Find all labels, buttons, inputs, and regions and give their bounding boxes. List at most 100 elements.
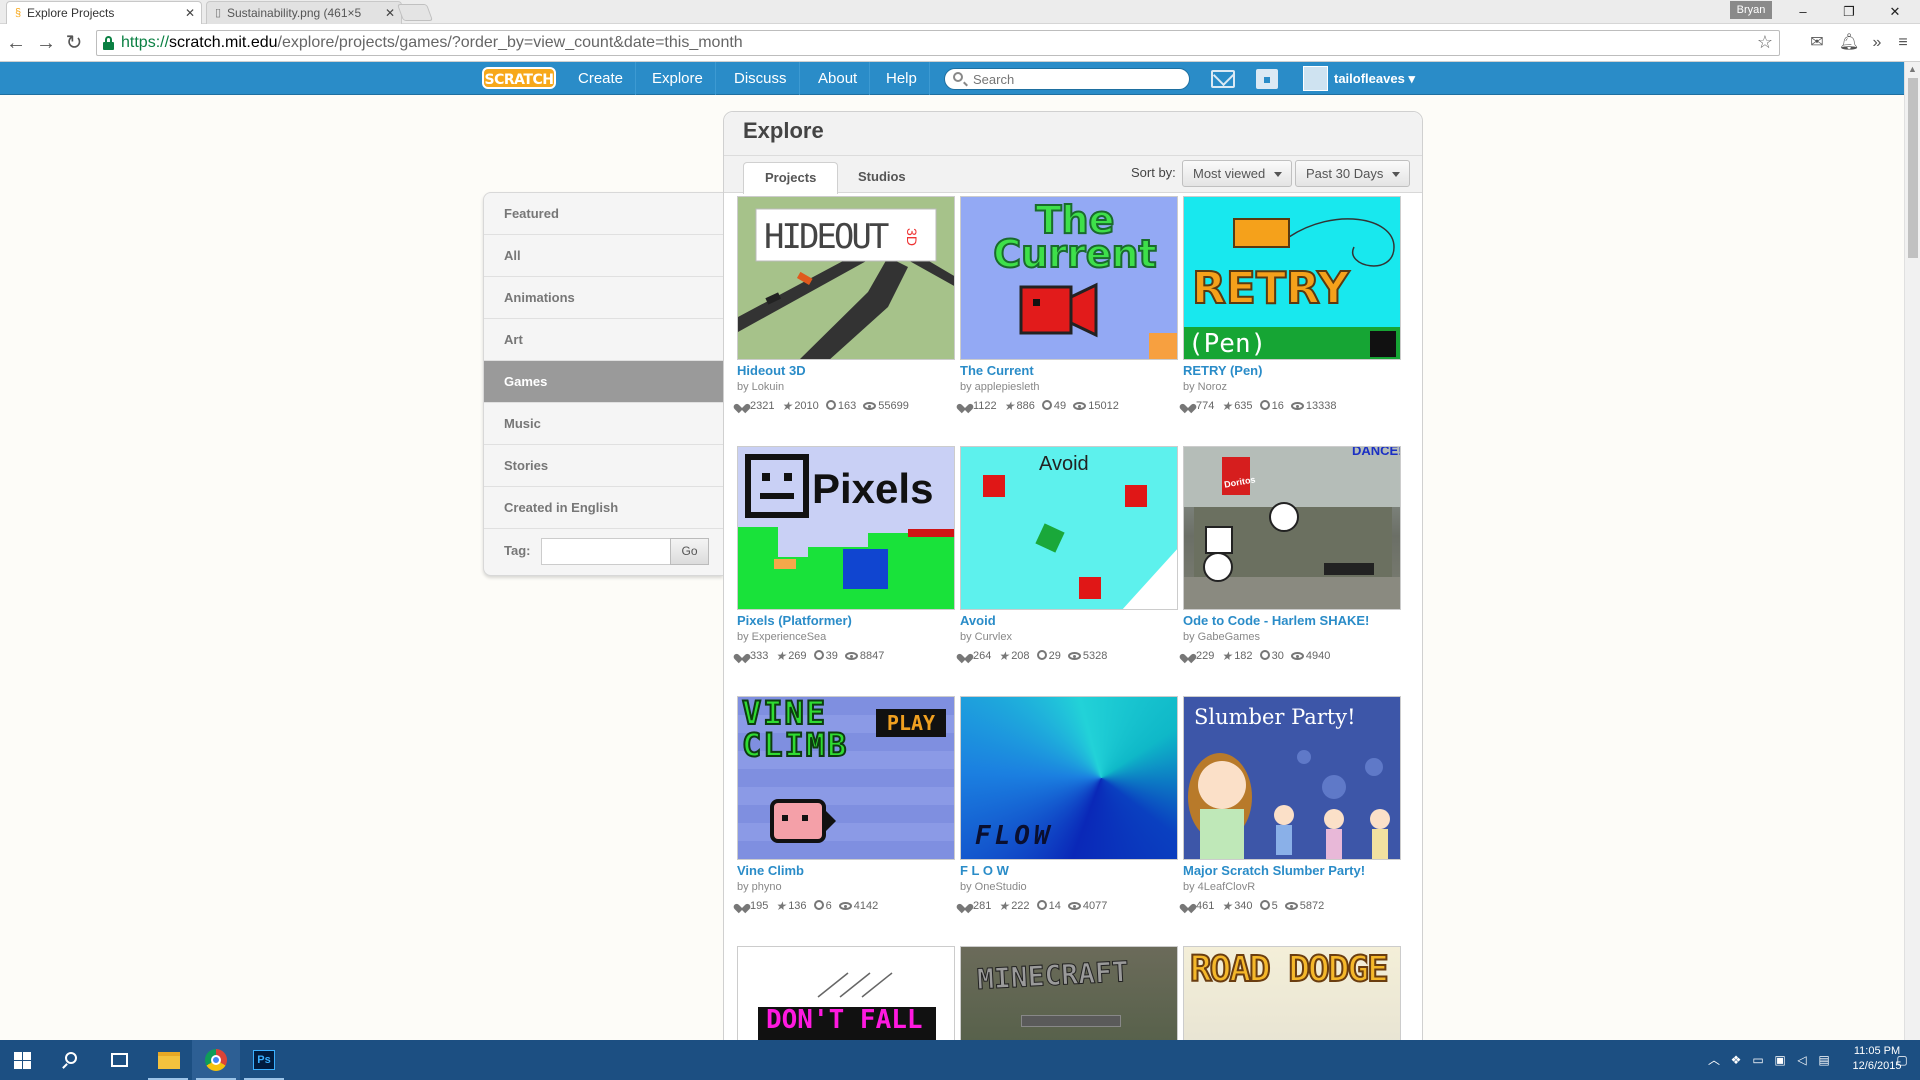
avatar[interactable] [1303, 66, 1328, 91]
sidebar-item-animations[interactable]: Animations [484, 277, 723, 319]
sidebar-item-all[interactable]: All [484, 235, 723, 277]
project-title[interactable]: Vine Climb [737, 863, 804, 878]
project-card[interactable]: Doritos DANCE! Ode to Code - Harlem SHAK… [1183, 446, 1401, 686]
project-author[interactable]: by applepiesleth [960, 381, 1040, 393]
gmail-icon[interactable]: ✉ [1806, 32, 1828, 54]
project-thumbnail[interactable]: RETRY (Pen) [1183, 196, 1401, 360]
nav-discuss[interactable]: Discuss [722, 62, 800, 95]
account-menu[interactable]: tailofleaves ▾ [1334, 62, 1415, 95]
volume-icon[interactable]: ◁ [1794, 1052, 1810, 1068]
menu-hamburger-icon[interactable]: ≡ [1892, 32, 1914, 54]
dropbox-icon[interactable]: ❖ [1728, 1052, 1744, 1068]
project-title[interactable]: Pixels (Platformer) [737, 613, 852, 628]
project-title[interactable]: Major Scratch Slumber Party! [1183, 863, 1365, 878]
action-center-icon[interactable]: ▢ [1894, 1052, 1910, 1068]
nav-create[interactable]: Create [566, 62, 637, 95]
project-thumbnail[interactable]: VINE CLIMB PLAY [737, 696, 955, 860]
project-title[interactable]: Hideout 3D [737, 363, 806, 378]
network-icon[interactable]: ▣ [1772, 1052, 1788, 1068]
tab-explore-projects[interactable]: § Explore Projects ✕ [6, 1, 202, 25]
site-search[interactable] [944, 68, 1190, 90]
project-card[interactable]: DON'T FALL [737, 946, 955, 1040]
project-card[interactable]: FLOW F L O W by OneStudio 281 ★ 222 14 40… [960, 696, 1178, 936]
project-thumbnail[interactable]: MINECRAFT [960, 946, 1178, 1040]
show-hidden-icons-icon[interactable]: ︿ [1706, 1052, 1722, 1068]
project-title[interactable]: Ode to Code - Harlem SHAKE! [1183, 613, 1369, 628]
sidebar-item-stories[interactable]: Stories [484, 445, 723, 487]
battery-icon[interactable]: ▭ [1750, 1052, 1766, 1068]
project-thumbnail[interactable]: DON'T FALL [737, 946, 955, 1040]
keyboard-icon[interactable]: ▤ [1816, 1052, 1832, 1068]
scrollbar-thumb[interactable] [1908, 78, 1918, 258]
project-author[interactable]: by ExperienceSea [737, 631, 826, 643]
nav-explore[interactable]: Explore [640, 62, 716, 95]
project-title[interactable]: Avoid [960, 613, 996, 628]
project-card[interactable]: RETRY (Pen) RETRY (Pen) by Noroz 774 ★ 63… [1183, 196, 1401, 436]
notifications-bell-icon[interactable]: 🔔︎ [1838, 32, 1860, 54]
extensions-overflow-icon[interactable]: » [1866, 32, 1888, 54]
tab-studios[interactable]: Studios [837, 162, 927, 193]
project-card[interactable]: The Current The Current by applepiesleth… [960, 196, 1178, 436]
windows-start-icon[interactable] [0, 1040, 48, 1080]
project-card[interactable]: MINECRAFT [960, 946, 1178, 1040]
photoshop-icon[interactable]: Ps [240, 1040, 288, 1080]
project-author[interactable]: by GabeGames [1183, 631, 1260, 643]
url-bar[interactable]: https://scratch.mit.edu/explore/projects… [96, 30, 1780, 56]
project-author[interactable]: by Lokuin [737, 381, 784, 393]
project-author[interactable]: by Curvlex [960, 631, 1012, 643]
close-tab-icon[interactable]: ✕ [385, 2, 395, 24]
taskbar-search-icon[interactable] [48, 1040, 96, 1080]
task-view-icon[interactable] [96, 1040, 144, 1080]
sidebar-item-featured[interactable]: Featured [484, 193, 723, 235]
scroll-up-arrow-icon[interactable]: ▲ [1908, 64, 1917, 74]
bookmark-star-icon[interactable]: ☆ [1757, 32, 1773, 53]
messages-icon[interactable] [1211, 70, 1235, 88]
project-author[interactable]: by 4LeafClovR [1183, 881, 1255, 893]
project-card[interactable]: Pixels Pixels (Platformer) by Experience… [737, 446, 955, 686]
chrome-icon[interactable] [192, 1040, 240, 1080]
my-stuff-icon[interactable] [1256, 69, 1278, 89]
project-thumbnail[interactable]: FLOW [960, 696, 1178, 860]
new-tab-button[interactable] [396, 4, 434, 21]
sidebar-item-art[interactable]: Art [484, 319, 723, 361]
project-thumbnail[interactable]: Avoid [960, 446, 1178, 610]
restore-button[interactable]: ❐ [1826, 0, 1872, 24]
profile-badge[interactable]: Bryan [1730, 1, 1772, 19]
project-thumbnail[interactable]: Pixels [737, 446, 955, 610]
tab-sustainability[interactable]: ▯ Sustainability.png (461×5 ✕ [206, 1, 402, 25]
sort-dropdown[interactable]: Most viewed [1182, 160, 1293, 187]
project-card[interactable]: HIDEOUT 3D Hideout 3D by Lokuin 2321 ★ 20… [737, 196, 955, 436]
minimize-button[interactable]: – [1780, 0, 1826, 24]
tag-input[interactable] [541, 538, 671, 565]
nav-help[interactable]: Help [874, 62, 930, 95]
tab-projects[interactable]: Projects [743, 162, 839, 194]
project-thumbnail[interactable]: Doritos DANCE! [1183, 446, 1401, 610]
file-explorer-icon[interactable] [144, 1040, 192, 1080]
project-author[interactable]: by Noroz [1183, 381, 1227, 393]
scratch-logo[interactable]: SCRATCH [482, 67, 556, 89]
back-arrow-icon[interactable]: ← [4, 31, 28, 55]
close-window-button[interactable]: ✕ [1872, 0, 1918, 24]
project-title[interactable]: F L O W [960, 863, 1009, 878]
close-tab-icon[interactable]: ✕ [185, 2, 195, 24]
project-thumbnail[interactable]: ROAD DODGE [1183, 946, 1401, 1040]
project-title[interactable]: RETRY (Pen) [1183, 363, 1262, 378]
forward-arrow-icon[interactable]: → [34, 31, 58, 55]
project-title[interactable]: The Current [960, 363, 1034, 378]
sidebar-item-games[interactable]: Games [484, 361, 723, 403]
search-input[interactable] [973, 70, 1173, 88]
nav-about[interactable]: About [806, 62, 871, 95]
project-thumbnail[interactable]: Slumber Party! [1183, 696, 1401, 860]
project-author[interactable]: by OneStudio [960, 881, 1027, 893]
page-scrollbar[interactable]: ▲ [1904, 62, 1920, 1040]
project-card[interactable]: Slumber Party! Major Scratch Slumber Par… [1183, 696, 1401, 936]
url-text[interactable]: https://scratch.mit.edu/explore/projects… [121, 31, 743, 55]
reload-icon[interactable]: ↻ [62, 31, 86, 55]
project-card[interactable]: VINE CLIMB PLAY Vine Climb by phyno 195 ★… [737, 696, 955, 936]
date-dropdown[interactable]: Past 30 Days [1295, 160, 1411, 187]
sidebar-item-music[interactable]: Music [484, 403, 723, 445]
project-author[interactable]: by phyno [737, 881, 782, 893]
project-card[interactable]: Avoid Avoid by Curvlex 264 ★ 208 29 5328 [960, 446, 1178, 686]
project-thumbnail[interactable]: The Current [960, 196, 1178, 360]
project-thumbnail[interactable]: HIDEOUT 3D [737, 196, 955, 360]
